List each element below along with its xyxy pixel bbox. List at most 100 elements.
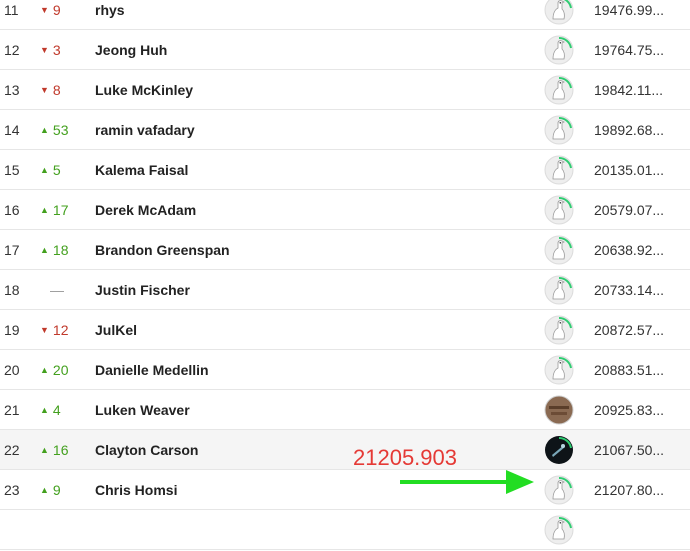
triangle-down-icon: ▼	[40, 84, 49, 95]
player-name[interactable]: Clayton Carson	[95, 442, 198, 458]
rank-change: ▲ 20	[40, 362, 80, 378]
rank-change: ▼ 12	[40, 322, 80, 338]
rank-change-value: —	[50, 282, 64, 298]
score-value: 21067.50...	[594, 442, 665, 458]
score-value: 19892.68...	[594, 122, 665, 138]
score-value: 20925.83...	[594, 402, 665, 418]
goose-icon[interactable]	[543, 74, 575, 106]
player-name[interactable]: Luken Weaver	[95, 402, 190, 418]
rank-change-value: 9	[52, 2, 61, 18]
rank-number: 15	[4, 162, 20, 178]
score-value: 20579.07...	[594, 202, 665, 218]
triangle-up-icon: ▲	[40, 124, 49, 135]
table-row[interactable]: 16 ▲ 17 Derek McAdam 20579.07...	[0, 190, 690, 230]
rank-number: 23	[4, 482, 20, 498]
rank-number: 21	[4, 402, 20, 418]
rank-number: 16	[4, 202, 20, 218]
rank-change-value: 53	[52, 122, 69, 138]
rank-change-value: 12	[52, 322, 69, 338]
table-row[interactable]: 15 ▲ 5 Kalema Faisal 20135.01...	[0, 150, 690, 190]
rank-change-value: 9	[52, 482, 61, 498]
goose-icon[interactable]	[543, 114, 575, 146]
rank-change-value: 4	[52, 402, 61, 418]
score-value: 20883.51...	[594, 362, 665, 378]
player-name[interactable]: JulKel	[95, 322, 137, 338]
table-row[interactable]: 19 ▼ 12 JulKel 20872.57...	[0, 310, 690, 350]
triangle-down-icon: ▼	[40, 4, 49, 15]
photo-avatar[interactable]	[543, 394, 575, 426]
rank-change: ▼ 9	[40, 2, 80, 18]
dark-photo-avatar[interactable]	[543, 434, 575, 466]
rank-change: ▲ 17	[40, 202, 80, 218]
table-row[interactable]	[0, 510, 690, 550]
rank-number: 20	[4, 362, 20, 378]
rank-number: 17	[4, 242, 20, 258]
player-name[interactable]: Chris Homsi	[95, 482, 177, 498]
rank-change: ▲ 16	[40, 442, 80, 458]
table-row[interactable]: 21 ▲ 4 Luken Weaver 20925.83...	[0, 390, 690, 430]
rank-number: 14	[4, 122, 20, 138]
goose-icon[interactable]	[543, 194, 575, 226]
table-row[interactable]: 14 ▲ 53 ramin vafadary 19892.68...	[0, 110, 690, 150]
rank-change-value: 3	[52, 42, 61, 58]
table-row[interactable]: 11 ▼ 9 rhys 19476.99...	[0, 0, 690, 30]
goose-icon[interactable]	[543, 234, 575, 266]
rank-change: ▲ 5	[40, 162, 80, 178]
rank-number: 19	[4, 322, 20, 338]
rank-number: 13	[4, 82, 20, 98]
player-name[interactable]: Brandon Greenspan	[95, 242, 230, 258]
player-name[interactable]: Kalema Faisal	[95, 162, 188, 178]
table-row[interactable]: 20 ▲ 20 Danielle Medellin 20883.51...	[0, 350, 690, 390]
score-value: 20733.14...	[594, 282, 665, 298]
table-row[interactable]: 23 ▲ 9 Chris Homsi 21207.80...	[0, 470, 690, 510]
player-name[interactable]: Luke McKinley	[95, 82, 193, 98]
player-name[interactable]: rhys	[95, 2, 125, 18]
triangle-up-icon: ▲	[40, 364, 49, 375]
rank-change-value: 20	[52, 362, 69, 378]
goose-icon[interactable]	[543, 154, 575, 186]
score-value: 21207.80...	[594, 482, 665, 498]
triangle-up-icon: ▲	[40, 244, 49, 255]
rank-change: —	[40, 282, 90, 298]
score-value: 19476.99...	[594, 2, 665, 18]
score-value: 19764.75...	[594, 42, 665, 58]
player-name[interactable]: Justin Fischer	[95, 282, 190, 298]
rank-change: ▼ 3	[40, 42, 80, 58]
goose-icon[interactable]	[543, 474, 575, 506]
triangle-up-icon: ▲	[40, 164, 49, 175]
rank-change-value: 17	[52, 202, 69, 218]
score-value: 20872.57...	[594, 322, 665, 338]
rank-change: ▼ 8	[40, 82, 80, 98]
annotation-arrow-icon	[400, 470, 534, 494]
rank-number: 12	[4, 42, 20, 58]
goose-icon[interactable]	[543, 314, 575, 346]
goose-icon[interactable]	[543, 0, 575, 26]
rank-number: 11	[4, 2, 19, 18]
rank-number: 22	[4, 442, 20, 458]
leaderboard-table: 11 ▼ 9 rhys 19476.99... 12 ▼ 3 Jeong Huh 19764.…	[0, 0, 690, 550]
triangle-up-icon: ▲	[40, 444, 49, 455]
rank-change-value: 8	[52, 82, 61, 98]
table-row[interactable]: 18 — Justin Fischer 20733.14...	[0, 270, 690, 310]
player-name[interactable]: Jeong Huh	[95, 42, 167, 58]
table-row[interactable]: 17 ▲ 18 Brandon Greenspan 20638.92...	[0, 230, 690, 270]
rank-change: ▲ 18	[40, 242, 80, 258]
table-row[interactable]: 12 ▼ 3 Jeong Huh 19764.75...	[0, 30, 690, 70]
goose-icon[interactable]	[543, 274, 575, 306]
rank-change-value: 18	[52, 242, 69, 258]
player-name[interactable]: Danielle Medellin	[95, 362, 209, 378]
goose-icon[interactable]	[543, 514, 575, 546]
score-value: 19842.11...	[594, 82, 664, 98]
table-row[interactable]: 13 ▼ 8 Luke McKinley 19842.11...	[0, 70, 690, 110]
player-name[interactable]: ramin vafadary	[95, 122, 195, 138]
rank-change: ▲ 53	[40, 122, 80, 138]
triangle-up-icon: ▲	[40, 404, 49, 415]
goose-icon[interactable]	[543, 354, 575, 386]
player-name[interactable]: Derek McAdam	[95, 202, 196, 218]
triangle-up-icon: ▲	[40, 484, 49, 495]
triangle-up-icon: ▲	[40, 204, 49, 215]
rank-change: ▲ 9	[40, 482, 80, 498]
goose-icon[interactable]	[543, 34, 575, 66]
rank-number: 18	[4, 282, 20, 298]
table-row[interactable]: 22 ▲ 16 Clayton Carson 21067.50...	[0, 430, 690, 470]
